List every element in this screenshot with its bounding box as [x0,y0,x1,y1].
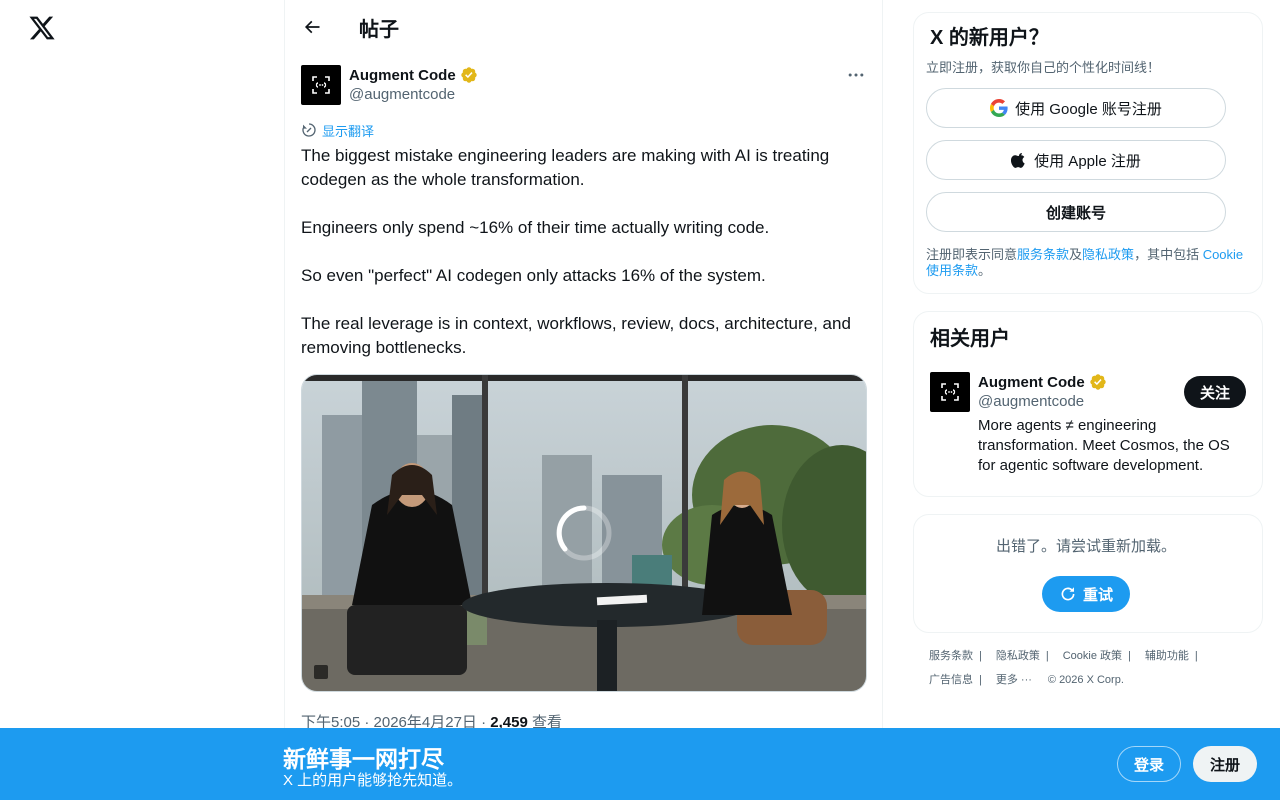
footer-separator: | [1045,650,1049,662]
footer-link-more[interactable]: 更多 ··· [996,674,1032,686]
related-user-bio: More agents ≠ engineering transformation… [978,417,1230,474]
left-rail [0,0,284,800]
footer-link-privacy[interactable]: 隐私政策 [996,650,1040,662]
verified-badge-icon [1089,374,1106,390]
post-text: The biggest mistake engineering leaders … [301,146,851,357]
right-sidebar: X 的新用户？ 立即注册，获取你自己的个性化时间线！ 使用 Google 账号注… [913,12,1263,692]
footer-separator: | [1128,650,1131,662]
avatar[interactable] [930,372,970,412]
terms-text: 注册即表示同意服务条款及隐私政策，其中包括 Cookie 使用条款。 [926,247,1246,279]
related-user-top: Augment Code @augmentcode 关注 [978,372,1246,412]
related-user-name[interactable]: Augment Code [978,374,1085,391]
show-translation-link[interactable]: 显示翻译 [301,121,866,139]
footer-copyright: © 2026 X Corp. [1047,674,1124,686]
signup-subtitle: 立即注册，获取你自己的个性化时间线！ [926,60,1161,75]
author-row: Augment Code @augmentcode [301,65,866,105]
post: Augment Code @augmentcode 显示翻译 The bigge… [285,54,882,732]
footer-link-ads[interactable]: 广告信息 [929,674,973,686]
augment-logo-icon [941,383,959,401]
related-name-row: Augment Code [978,372,1107,392]
signup-button[interactable]: 注册 [1193,746,1257,782]
bottom-bar-subtitle: X 上的用户能够抢先知道。 [283,772,463,789]
create-account-label: 创建账号 [1045,204,1106,222]
related-user-row[interactable]: Augment Code @augmentcode 关注 More agents… [926,372,1246,476]
video-badge-icon [314,665,328,679]
error-card: 出错了。请尝试重新加载。 重试 [913,514,1263,633]
error-message: 出错了。请尝试重新加载。 [995,538,1176,555]
footer-links: 服务条款 | 隐私政策 | Cookie 政策 | 辅助功能 | 广告信息 | 更多 ··· © 2… [913,644,1263,692]
refresh-icon [1061,587,1075,601]
terms-of-service-link[interactable]: 服务条款 [1017,247,1069,262]
related-user-body: Augment Code @augmentcode 关注 More agents… [978,372,1246,476]
footer-separator: | [979,650,982,662]
login-button[interactable]: 登录 [1117,746,1181,782]
footer-separator: | [979,674,982,686]
footer-link-cookie[interactable]: Cookie 政策 [1063,650,1122,662]
create-account-button[interactable]: 创建账号 [926,192,1226,232]
terms-mid: ，其中包括 [1134,247,1203,262]
apple-signup-button[interactable]: 使用 Apple 注册 [926,140,1226,180]
author-text: Augment Code @augmentcode [349,65,846,105]
author-handle[interactable]: @augmentcode [349,85,846,105]
footer-link-terms[interactable]: 服务条款 [929,650,973,662]
loading-spinner-icon [556,505,612,561]
back-arrow-icon[interactable] [301,16,323,38]
main-header: 帖子 [285,0,882,54]
main-column: 帖子 Augment Code @augmentcode 显示翻译 The bi… [284,0,883,800]
related-user-handle[interactable]: @augmentcode [978,392,1107,412]
x-logo-icon[interactable] [28,14,56,42]
bottom-signup-bar: 新鲜事一网打尽 X 上的用户能够抢先知道。 登录 注册 [0,728,1280,800]
video-player[interactable] [301,374,867,692]
author-name-row: Augment Code [349,65,846,85]
related-users-title: 相关用户 [930,328,1010,350]
privacy-policy-link[interactable]: 隐私政策 [1082,247,1134,262]
translate-icon [302,123,316,137]
footer-separator: | [1194,650,1198,662]
page-title: 帖子 [359,18,399,41]
apple-icon [1011,152,1025,168]
translate-label: 显示翻译 [322,123,375,139]
augment-logo-icon [312,76,330,94]
terms-and: 及 [1069,247,1083,262]
apple-signup-label: 使用 Apple 注册 [1034,152,1141,170]
author-name[interactable]: Augment Code [349,67,456,84]
avatar[interactable] [301,65,341,105]
terms-prefix: 注册即表示同意 [926,247,1018,262]
related-users-card: 相关用户 Augment Code @augmentcode 关注 More a… [913,311,1263,497]
more-options-icon[interactable] [846,65,866,85]
google-signup-label: 使用 Google 账号注册 [1015,100,1162,118]
retry-button[interactable]: 重试 [1042,576,1130,612]
terms-end: 。 [978,263,992,278]
signup-card: X 的新用户？ 立即注册，获取你自己的个性化时间线！ 使用 Google 账号注… [913,12,1263,294]
verified-badge-icon [460,67,477,83]
google-signup-button[interactable]: 使用 Google 账号注册 [926,88,1226,128]
follow-button[interactable]: 关注 [1184,376,1246,408]
signup-title: X 的新用户？ [930,27,1049,49]
retry-label: 重试 [1082,586,1113,604]
google-icon [990,99,1008,117]
related-user-names: Augment Code @augmentcode [978,372,1107,412]
footer-link-accessibility[interactable]: 辅助功能 [1145,650,1189,662]
